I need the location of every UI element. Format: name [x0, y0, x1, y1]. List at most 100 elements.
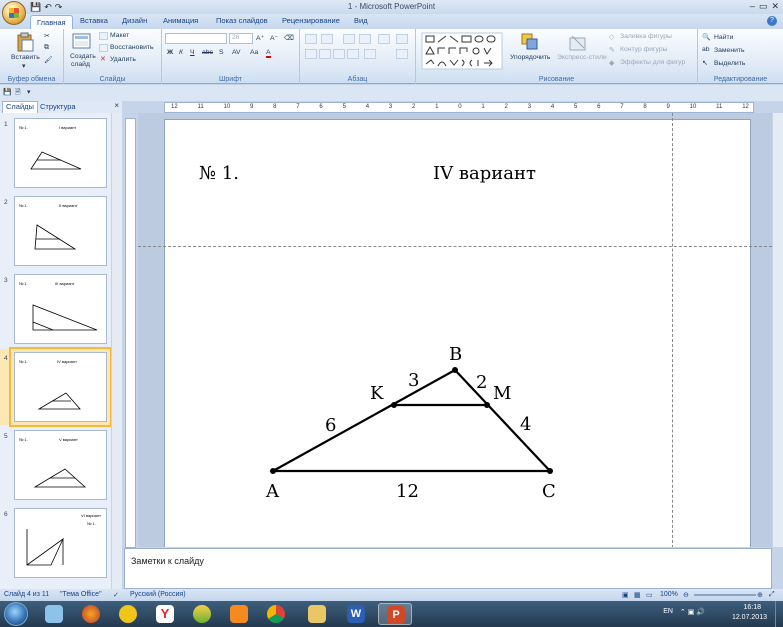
pane-close-icon[interactable]: ×	[114, 101, 119, 110]
zoom-level[interactable]: 100%	[660, 591, 678, 598]
slide-thumbnail-3[interactable]: № 1. III вариант	[14, 274, 107, 344]
notes-pane[interactable]: Заметки к слайду	[124, 548, 772, 589]
tab-outline[interactable]: Структура	[40, 102, 76, 111]
shrink-font-icon[interactable]: A⁻	[270, 34, 278, 42]
taskbar-app[interactable]	[111, 603, 145, 625]
tab-insert[interactable]: Вставка	[80, 16, 108, 25]
language-indicator[interactable]: EN	[663, 608, 673, 615]
paste-button[interactable]: Вставить	[11, 54, 40, 61]
taskbar-app[interactable]	[300, 603, 334, 625]
taskbar-app[interactable]: Y	[148, 603, 182, 625]
quick-styles-icon[interactable]	[568, 32, 588, 52]
align-right-icon[interactable]	[333, 49, 345, 59]
shadow-button[interactable]: S	[219, 49, 224, 56]
office-button[interactable]	[2, 1, 26, 25]
taskbar-app[interactable]	[74, 603, 108, 625]
minimize-button[interactable]: –	[750, 1, 755, 12]
align-center-icon[interactable]	[319, 49, 331, 59]
replace-button[interactable]: Заменить	[714, 47, 745, 54]
arrange-icon[interactable]	[520, 32, 540, 52]
select-button[interactable]: Выделить	[714, 60, 745, 67]
zoom-out-icon[interactable]: ⊖	[683, 591, 689, 599]
clear-format-icon[interactable]: ⌫	[284, 34, 294, 42]
spacing-button[interactable]: AV	[232, 49, 241, 56]
slide-thumbnail-1[interactable]: № 1. I вариант	[14, 118, 107, 188]
find-button[interactable]: Найти	[714, 34, 733, 41]
print-preview-icon[interactable]: 🗎	[15, 88, 20, 99]
slide-canvas[interactable]: № 1. IV вариант A B C K M 6 3 2 4 12	[164, 119, 751, 547]
strike-button[interactable]: abc	[202, 49, 213, 56]
show-desktop-button[interactable]	[775, 601, 783, 627]
taskbar-app[interactable]	[259, 603, 293, 625]
paste-icon[interactable]	[16, 32, 34, 52]
save-small-icon[interactable]: 💾	[3, 88, 11, 96]
justify-icon[interactable]	[347, 49, 359, 59]
line-spacing-icon[interactable]	[378, 34, 390, 44]
underline-button[interactable]: Ч	[190, 49, 195, 56]
help-icon[interactable]: ?	[767, 16, 777, 26]
zoom-slider[interactable]	[694, 594, 756, 596]
reset-button[interactable]: Восстановить	[110, 44, 154, 51]
slide-thumbnail-6[interactable]: VI вариант № 1.	[14, 508, 107, 578]
tab-home[interactable]: Главная	[30, 15, 73, 29]
taskbar-app[interactable]	[185, 603, 219, 625]
taskbar-app[interactable]	[37, 603, 71, 625]
new-slide-label-2[interactable]: слайд	[71, 61, 90, 68]
italic-button[interactable]: К	[179, 49, 183, 56]
clock-time[interactable]: 16:18	[743, 604, 761, 611]
tray-icons[interactable]: ⌃ ▣ 🔊	[680, 608, 705, 616]
taskbar-app-powerpoint[interactable]: P	[378, 603, 412, 625]
font-color-button[interactable]: A	[266, 49, 271, 58]
layout-button[interactable]: Макет	[110, 32, 129, 39]
copy-icon[interactable]: ⧉	[44, 44, 49, 52]
bullets-icon[interactable]	[305, 34, 317, 44]
tab-animation[interactable]: Анимация	[163, 16, 198, 25]
change-case-button[interactable]: Aa	[250, 49, 258, 56]
quick-styles-button[interactable]: Экспресс-стили	[557, 54, 607, 61]
columns-icon[interactable]	[364, 49, 376, 59]
taskbar-app[interactable]: W	[339, 603, 373, 625]
smartart-icon[interactable]	[396, 49, 408, 59]
text-direction-icon[interactable]	[396, 34, 408, 44]
slide-thumbnail-5[interactable]: № 1. V вариант	[14, 430, 107, 500]
tab-slides[interactable]: Слайды	[2, 101, 38, 113]
slide-thumbnail-4[interactable]: № 1. IV вариант	[9, 347, 112, 427]
horizontal-guide[interactable]	[138, 246, 772, 247]
delete-button[interactable]: Удалить	[110, 56, 136, 63]
close-button[interactable]: ✕	[771, 1, 779, 12]
format-painter-icon[interactable]: 🖌	[44, 56, 53, 64]
new-slide-icon[interactable]	[72, 32, 92, 50]
font-name-box[interactable]	[165, 33, 227, 44]
cut-icon[interactable]: ✂	[44, 32, 50, 40]
view-sorter-icon[interactable]: ▦	[634, 591, 641, 599]
view-normal-icon[interactable]: ▣	[622, 591, 629, 599]
effects-icon[interactable]: ◆	[609, 59, 614, 67]
workspace-scrollbar[interactable]	[772, 113, 783, 547]
view-slideshow-icon[interactable]: ▭	[646, 591, 653, 599]
decrease-indent-icon[interactable]	[343, 34, 355, 44]
increase-indent-icon[interactable]	[359, 34, 371, 44]
start-button[interactable]	[4, 602, 28, 626]
fit-slide-icon[interactable]: ⤢	[769, 591, 775, 599]
language-status[interactable]: Русский (Россия)	[130, 591, 186, 598]
outline-icon[interactable]: ✎	[609, 46, 615, 54]
fill-icon[interactable]: ◇	[609, 33, 614, 41]
thumbnails-scrollbar[interactable]	[111, 113, 122, 589]
shape-fill-button[interactable]: Заливка фигуры	[620, 33, 672, 40]
clock-date[interactable]: 12.07.2013	[732, 614, 767, 621]
zoom-in-icon[interactable]: ⊕	[757, 591, 763, 599]
arrange-button[interactable]: Упорядочить	[510, 54, 550, 61]
font-size-box[interactable]: 28	[229, 33, 253, 44]
align-left-icon[interactable]	[305, 49, 317, 59]
tab-design[interactable]: Дизайн	[122, 16, 147, 25]
taskbar-app[interactable]	[222, 603, 256, 625]
toolbar-more-icon[interactable]: ▾	[27, 88, 30, 96]
tab-review[interactable]: Рецензирование	[282, 16, 340, 25]
bold-button[interactable]: Ж	[167, 49, 173, 56]
shape-effects-button[interactable]: Эффекты для фигур	[620, 59, 685, 66]
numbering-icon[interactable]	[321, 34, 333, 44]
shape-outline-button[interactable]: Контур фигуры	[620, 46, 668, 53]
spellcheck-icon[interactable]: ✓	[113, 591, 119, 599]
slide-thumbnail-2[interactable]: № 1. II вариант	[14, 196, 107, 266]
tab-slideshow[interactable]: Показ слайдов	[216, 16, 268, 25]
